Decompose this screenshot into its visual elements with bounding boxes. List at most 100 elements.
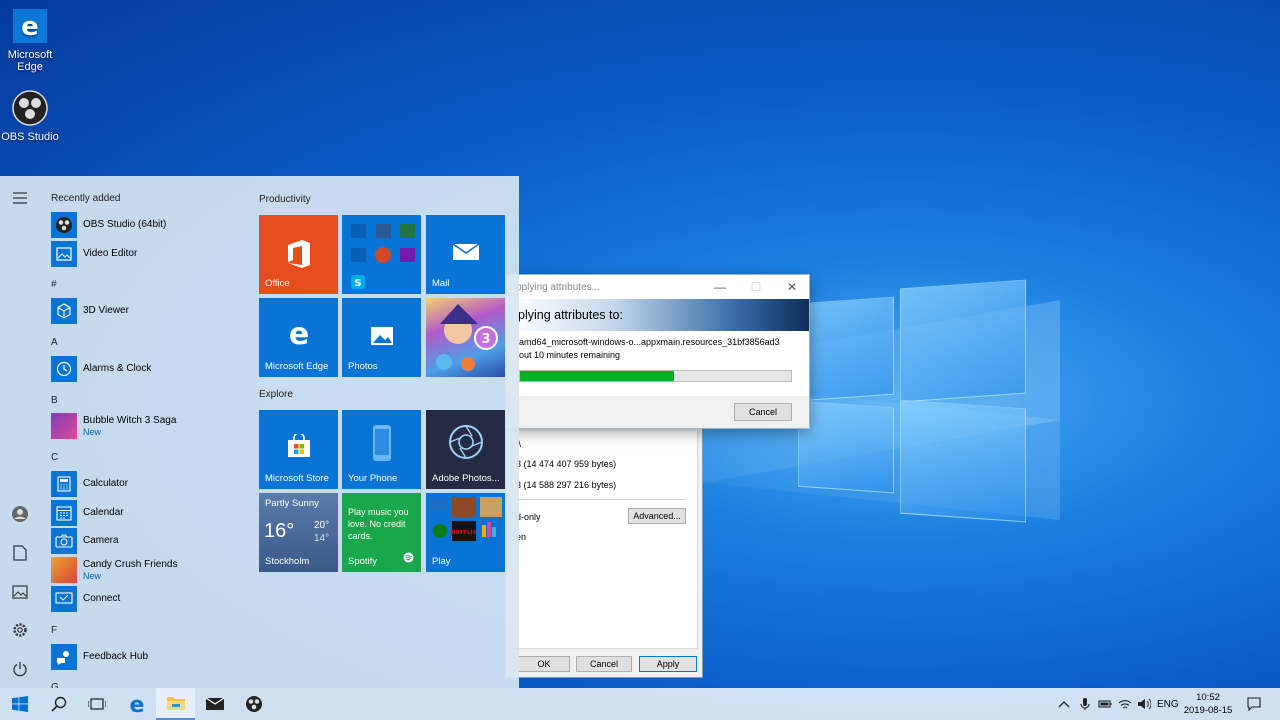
maximize-icon: ☐ — [750, 280, 762, 294]
progress-fill — [520, 371, 675, 381]
task-view-button[interactable] — [77, 688, 116, 720]
group-name-explore[interactable]: Explore — [259, 389, 293, 400]
office-apps-icon: S — [351, 224, 415, 289]
list-item-alarms[interactable]: Alarms & Clock — [51, 356, 246, 382]
dialog-title: pplying attributes... — [516, 281, 600, 293]
wallpaper-window-pane — [798, 296, 894, 402]
game-icon — [51, 413, 77, 439]
taskbar-file-explorer[interactable] — [156, 688, 195, 720]
list-item-bubble-witch[interactable]: Bubble Witch 3 Saga New — [51, 413, 246, 439]
search-button[interactable] — [39, 688, 78, 720]
settings-gear-icon[interactable] — [8, 618, 32, 642]
tile-office[interactable]: Office — [259, 215, 338, 294]
spotify-promo-text: Play music you love. No credit cards. — [348, 507, 409, 541]
app-label: 3D Viewer — [83, 305, 129, 316]
tile-photos[interactable]: Photos — [342, 298, 421, 377]
power-icon[interactable] — [8, 657, 32, 681]
photo-icon — [51, 241, 77, 267]
section-letter[interactable]: # — [51, 279, 57, 290]
cancel-button[interactable]: Cancel — [576, 656, 632, 672]
desktop-icon-obs[interactable]: OBS Studio — [0, 88, 60, 143]
tile-label: Your Phone — [348, 473, 398, 484]
tray-chevron-icon[interactable] — [1058, 688, 1070, 720]
calendar-icon — [51, 500, 77, 526]
adobe-aperture-icon — [426, 424, 505, 460]
notifications-icon[interactable] — [1247, 688, 1261, 720]
feedback-icon — [51, 644, 77, 670]
section-letter[interactable]: C — [51, 452, 58, 463]
camera-icon — [51, 528, 77, 554]
list-item-3d-viewer[interactable]: 3D Viewer — [51, 298, 246, 324]
list-item-obs[interactable]: OBS Studio (64bit) — [51, 212, 246, 238]
close-icon[interactable]: ✕ — [774, 275, 810, 299]
desktop-icon-label: OBS Studio — [1, 131, 59, 143]
current-file: amd64_microsoft-windows-o...appxmain.res… — [519, 337, 780, 347]
tile-office-apps-folder[interactable]: S — [342, 215, 421, 294]
list-item-calculator[interactable]: Calculator — [51, 471, 246, 497]
tile-microsoft-store[interactable]: Microsoft Store — [259, 410, 338, 489]
size-value: 3 (14 474 407 959 bytes) — [516, 459, 617, 469]
list-item-connect[interactable]: Connect — [51, 586, 246, 612]
section-letter[interactable]: F — [51, 625, 57, 636]
section-letter[interactable]: B — [51, 395, 58, 406]
user-avatar-icon[interactable] — [8, 502, 32, 526]
list-item-feedback-hub[interactable]: Feedback Hub — [51, 644, 246, 670]
pictures-icon[interactable] — [8, 580, 32, 604]
dialog-titlebar[interactable]: pplying attributes... — ☐ ✕ — [506, 275, 809, 299]
game-art-icon: 3 — [436, 304, 498, 371]
wallpaper-window-pane — [798, 400, 894, 494]
volume-icon[interactable] — [1137, 688, 1151, 720]
phone-icon — [342, 424, 421, 462]
cancel-button[interactable]: Cancel — [734, 403, 792, 421]
mail-icon — [205, 697, 224, 710]
documents-icon[interactable] — [8, 541, 32, 565]
progress-bar — [519, 370, 792, 382]
section-letter[interactable]: A — [51, 337, 58, 348]
start-button[interactable] — [0, 688, 39, 720]
list-item-calendar[interactable]: Calendar — [51, 500, 246, 526]
clock-icon — [51, 356, 77, 382]
list-item-candy-crush[interactable]: Candy Crush Friends New — [51, 557, 246, 583]
taskbar: e ENG 10:52 2019-08-15 — [0, 688, 1280, 720]
tile-edge[interactable]: e Microsoft Edge — [259, 298, 338, 377]
svg-text:e: e — [21, 12, 39, 42]
new-badge: New — [83, 571, 102, 581]
tile-play-folder[interactable]: NETFLIX Play — [426, 493, 505, 572]
wifi-icon[interactable] — [1118, 688, 1132, 720]
wallpaper-window-pane — [900, 399, 1026, 523]
obs-icon — [245, 696, 262, 712]
app-label: Calculator — [83, 478, 129, 489]
language-indicator[interactable]: ENG — [1157, 688, 1179, 720]
minimize-icon[interactable]: — — [702, 275, 738, 299]
taskbar-mail[interactable] — [195, 688, 234, 720]
tile-weather[interactable]: Partly Sunny 16° 20° 14° Stockholm — [259, 493, 338, 572]
start-menu: Recently added OBS Studio (64bit) Video … — [0, 176, 519, 688]
clock-time: 10:52 — [1196, 692, 1220, 703]
desktop-icon-edge[interactable]: e Microsoft Edge — [0, 6, 60, 73]
list-item-video-editor[interactable]: Video Editor — [51, 241, 246, 267]
game-icon — [51, 557, 77, 583]
list-item-camera[interactable]: Camera — [51, 528, 246, 554]
taskbar-obs[interactable] — [234, 688, 273, 720]
advanced-button[interactable]: Advanced... — [628, 508, 686, 524]
folder-icon — [166, 697, 185, 710]
taskbar-edge[interactable]: e — [117, 688, 156, 720]
tile-spotify[interactable]: Play music you love. No credit cards. Sp… — [342, 493, 421, 572]
mail-icon — [426, 243, 505, 261]
obs-icon — [51, 212, 77, 238]
group-name-productivity[interactable]: Productivity — [259, 194, 311, 205]
battery-icon[interactable] — [1098, 688, 1112, 720]
hamburger-icon[interactable] — [8, 186, 32, 210]
tile-mail[interactable]: Mail — [426, 215, 505, 294]
clock[interactable]: 10:52 2019-08-15 — [1178, 691, 1238, 717]
tile-bubble-witch[interactable]: 3 — [426, 298, 505, 377]
apply-button[interactable]: Apply — [639, 656, 697, 672]
properties-dialog: :\ 3 (14 474 407 959 bytes) 3 (14 588 29… — [505, 425, 703, 678]
tile-label: Photos — [348, 361, 378, 372]
tile-adobe-photoshop[interactable]: Adobe Photos... — [426, 410, 505, 489]
tile-your-phone[interactable]: Your Phone — [342, 410, 421, 489]
ok-button[interactable]: OK — [518, 656, 570, 672]
readonly-checkbox-label[interactable]: d-only — [516, 512, 541, 522]
microphone-icon[interactable] — [1080, 688, 1090, 720]
app-label: Video Editor — [83, 248, 138, 259]
